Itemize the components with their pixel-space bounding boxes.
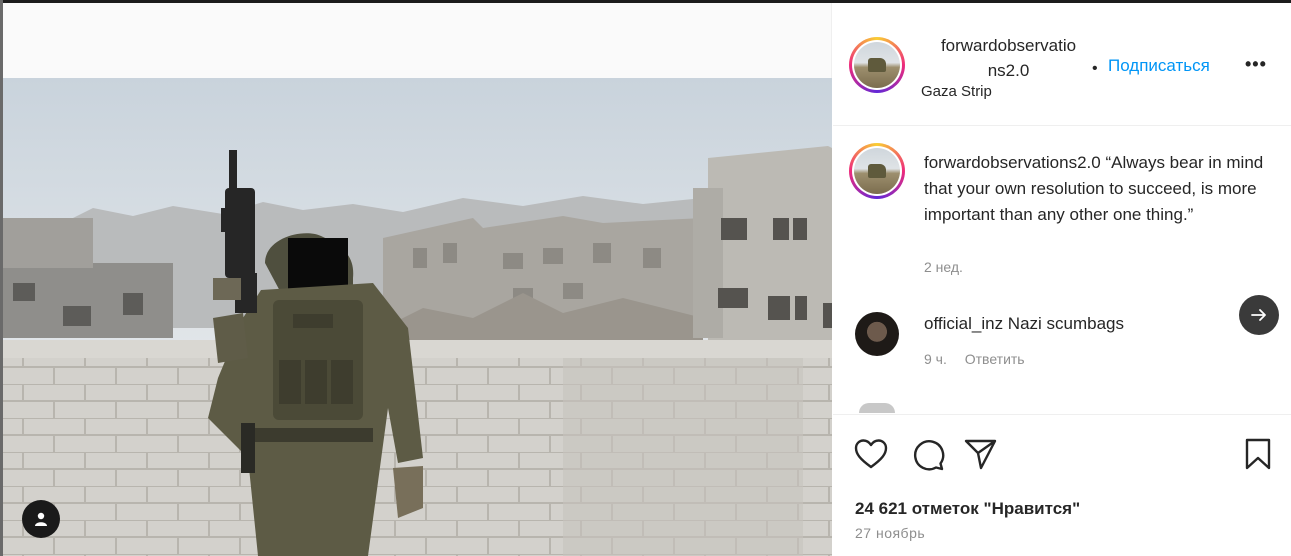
post-photo[interactable] — [3, 78, 832, 556]
comment-bubble-icon[interactable] — [911, 438, 945, 472]
comment-username[interactable]: official_inz — [924, 314, 1003, 333]
user-tag-icon — [35, 512, 47, 526]
author-username-line1: forwardobservatio — [940, 36, 1077, 55]
post-actions: 24 621 отметок "Нравится" 27 ноябрь — [833, 414, 1291, 556]
reply-button[interactable]: Ответить — [965, 351, 1025, 367]
caption-author-avatar[interactable] — [849, 143, 905, 199]
caption-username[interactable]: forwardobservations2.0 — [924, 153, 1101, 172]
author-avatar[interactable] — [849, 37, 905, 93]
post-date[interactable]: 27 ноябрь — [855, 525, 925, 541]
commenter-avatar[interactable] — [855, 312, 899, 356]
separator-dot: • — [1092, 60, 1098, 77]
post-location[interactable]: Gaza Strip — [921, 83, 992, 100]
author-username-line2: ns2.0 — [987, 61, 1030, 80]
heart-icon[interactable] — [854, 438, 888, 470]
comment-meta: 9 ч. Ответить — [924, 351, 1025, 367]
caption-timestamp[interactable]: 2 нед. — [924, 259, 963, 275]
comment-text: Nazi scumbags — [1003, 314, 1125, 333]
user-tag-button[interactable] — [22, 500, 60, 538]
paper-plane-icon[interactable] — [964, 438, 998, 470]
comment-item: official_inz Nazi scumbags — [924, 314, 1124, 334]
follow-button[interactable]: Подписаться — [1108, 56, 1210, 76]
post-media-pane — [3, 3, 832, 556]
comment-timestamp[interactable]: 9 ч. — [924, 351, 947, 367]
like-count[interactable]: 24 621 отметок "Нравится" — [855, 499, 1080, 519]
bookmark-icon[interactable] — [1244, 438, 1272, 470]
next-post-button[interactable] — [1239, 295, 1279, 335]
next-commenter-avatar[interactable] — [859, 403, 895, 413]
more-options-icon[interactable]: ••• — [1245, 54, 1267, 75]
post-header: forwardobservatio ns2.0 • Подписаться ••… — [833, 3, 1291, 126]
arrow-right-icon — [1251, 309, 1266, 321]
author-username[interactable]: forwardobservatio ns2.0 — [921, 33, 1096, 83]
post-sidebar: forwardobservatio ns2.0 • Подписаться ••… — [833, 3, 1291, 556]
post-caption: forwardobservations2.0 “Always bear in m… — [924, 150, 1264, 228]
